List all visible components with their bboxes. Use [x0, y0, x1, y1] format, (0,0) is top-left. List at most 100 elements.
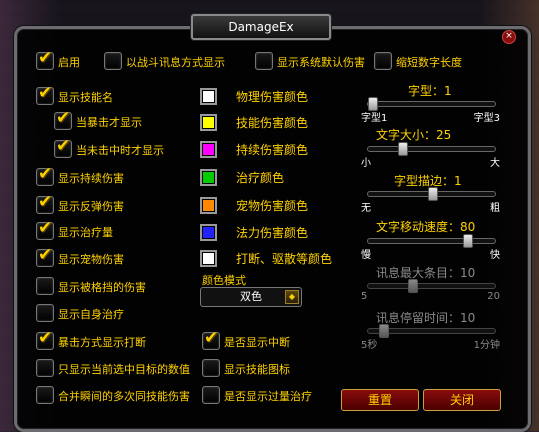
checkbox-label-18: 是否显示过量治疗: [224, 390, 312, 403]
checkbox-label-9: 显示治疗量: [58, 226, 113, 239]
color-swatch-5[interactable]: [200, 224, 217, 241]
checkbox-label-3: 缩短数字长度: [396, 56, 462, 69]
window-title[interactable]: DamageEx: [191, 14, 331, 40]
color-swatch-3[interactable]: [200, 169, 217, 186]
slider-min-label-duration: 5秒: [361, 340, 378, 351]
checkbox-15[interactable]: [36, 359, 54, 377]
checkbox-4[interactable]: ✔: [36, 83, 54, 105]
check-icon: ✔: [38, 192, 53, 212]
check-icon: ✔: [56, 136, 71, 156]
slider-min-label-size: 小: [361, 158, 371, 169]
color-mode-dropdown[interactable]: 双色 ◆: [200, 287, 302, 307]
checkbox-13[interactable]: ✔: [36, 328, 54, 350]
checkbox-11[interactable]: [36, 277, 54, 295]
slider-max-label-outline: 粗: [490, 203, 500, 214]
checkbox-10[interactable]: ✔: [36, 245, 54, 267]
check-icon: ✔: [38, 218, 53, 238]
slider-max-label-size: 大: [490, 158, 500, 169]
color-fill: [203, 200, 214, 211]
checkbox-label-15: 只显示当前选中目标的数值: [58, 363, 190, 376]
checkbox-18[interactable]: [202, 386, 220, 404]
checkbox-1[interactable]: [104, 52, 122, 70]
check-icon: ✔: [38, 164, 53, 184]
slider-title-duration: 讯息停留时间：10: [376, 311, 476, 325]
checkbox-2[interactable]: [255, 52, 273, 70]
slider-title-speed: 文字移动速度：80: [376, 220, 476, 234]
slider-min-label-font: 字型1: [361, 113, 388, 124]
checkbox-label-17: 合并瞬间的多次同技能伤害: [58, 390, 190, 403]
close-button[interactable]: 关闭: [423, 389, 501, 411]
checkbox-16[interactable]: [202, 359, 220, 377]
checkbox-label-5: 当暴击才显示: [76, 116, 142, 129]
checkbox-label-2: 显示系统默认伤害: [277, 56, 365, 69]
dropdown-arrow-icon[interactable]: ◆: [285, 290, 299, 304]
slider-thumb-duration[interactable]: [379, 324, 389, 338]
slider-max-label-max_lines: 20: [487, 291, 500, 302]
checkbox-0[interactable]: ✔: [36, 48, 54, 70]
color-fill: [203, 227, 214, 238]
color-fill: [203, 144, 214, 155]
checkbox-label-13: 暴击方式显示打断: [58, 336, 146, 349]
slider-max-label-font: 字型3: [473, 113, 500, 124]
color-swatch-6[interactable]: [200, 250, 217, 267]
slider-thumb-outline[interactable]: [428, 187, 438, 201]
color-label-2: 持续伤害颜色: [236, 143, 309, 157]
slider-track-size[interactable]: [367, 142, 496, 156]
slider-max-label-speed: 快: [490, 250, 500, 261]
checkbox-label-4: 显示技能名: [58, 91, 113, 104]
color-label-0: 物理伤害颜色: [236, 90, 309, 104]
color-label-6: 打断、驱散等颜色: [236, 252, 333, 266]
checkbox-17[interactable]: [36, 386, 54, 404]
close-x-button[interactable]: ×: [502, 30, 516, 44]
color-mode-label: 颜色模式: [202, 274, 246, 287]
check-icon: ✔: [38, 245, 53, 265]
check-icon: ✔: [38, 48, 53, 68]
slider-min-label-max_lines: 5: [361, 291, 368, 302]
slider-track-duration[interactable]: [367, 324, 496, 338]
slider-thumb-max_lines[interactable]: [408, 279, 418, 293]
check-icon: ✔: [56, 108, 71, 128]
checkbox-7[interactable]: ✔: [36, 164, 54, 186]
checkbox-3[interactable]: [374, 52, 392, 70]
slider-title-size: 文字大小：25: [376, 128, 452, 142]
slider-track-font[interactable]: [367, 97, 496, 111]
color-fill: [203, 91, 214, 102]
check-icon: ✔: [204, 328, 219, 348]
checkbox-label-6: 当未击中时才显示: [76, 144, 164, 157]
slider-track-max_lines[interactable]: [367, 279, 496, 293]
color-fill: [203, 253, 214, 264]
slider-max-label-duration: 1分钟: [473, 340, 500, 351]
slider-track-speed[interactable]: [367, 234, 496, 248]
checkbox-label-0: 启用: [58, 56, 80, 69]
reset-button[interactable]: 重置: [341, 389, 419, 411]
slider-track-outline[interactable]: [367, 187, 496, 201]
check-icon: ✔: [38, 83, 53, 103]
color-fill: [203, 172, 214, 183]
checkbox-label-7: 显示持续伤害: [58, 172, 124, 185]
slider-thumb-speed[interactable]: [463, 234, 473, 248]
color-label-1: 技能伤害颜色: [236, 116, 309, 130]
checkbox-8[interactable]: ✔: [36, 192, 54, 214]
color-swatch-4[interactable]: [200, 197, 217, 214]
checkbox-14[interactable]: ✔: [202, 328, 220, 350]
checkbox-6[interactable]: ✔: [54, 136, 72, 158]
checkbox-12[interactable]: [36, 304, 54, 322]
checkbox-label-10: 显示宠物伤害: [58, 253, 124, 266]
color-swatch-1[interactable]: [200, 114, 217, 131]
color-label-3: 治疗颜色: [236, 171, 285, 185]
slider-title-font: 字型：1: [408, 84, 452, 98]
color-label-5: 法力伤害颜色: [236, 226, 309, 240]
checkbox-label-1: 以战斗讯息方式显示: [126, 56, 225, 69]
slider-thumb-size[interactable]: [398, 142, 408, 156]
checkbox-label-16: 显示技能图标: [224, 363, 290, 376]
slider-min-label-outline: 无: [361, 203, 371, 214]
color-mode-value: 双色: [240, 290, 262, 303]
color-label-4: 宠物伤害颜色: [236, 199, 309, 213]
color-swatch-2[interactable]: [200, 141, 217, 158]
color-fill: [203, 117, 214, 128]
slider-min-label-speed: 慢: [361, 250, 371, 261]
checkbox-5[interactable]: ✔: [54, 108, 72, 130]
checkbox-9[interactable]: ✔: [36, 218, 54, 240]
checkbox-label-12: 显示自身治疗: [58, 308, 124, 321]
color-swatch-0[interactable]: [200, 88, 217, 105]
